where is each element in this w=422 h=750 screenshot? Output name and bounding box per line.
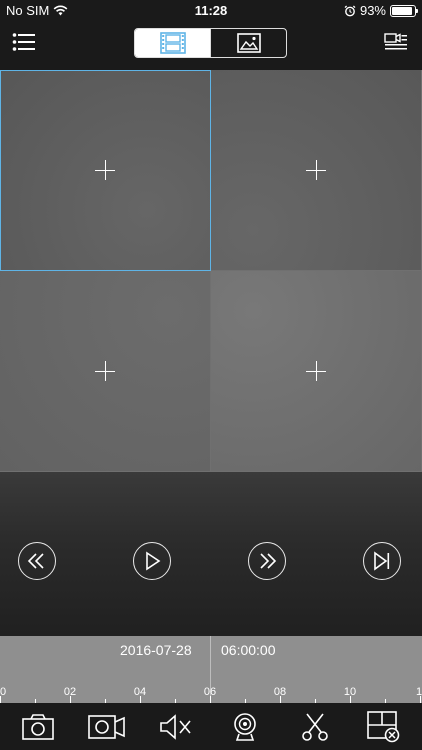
- status-bar: No SIM 11:28 93%: [0, 0, 422, 22]
- video-camera-icon: [88, 715, 125, 739]
- speaker-muted-icon: [160, 714, 191, 740]
- timeline-time: 06:00:00: [221, 642, 276, 658]
- timeline-hour-label: 08: [273, 686, 287, 698]
- video-window-3[interactable]: [0, 271, 211, 472]
- bottom-toolbar: [0, 703, 422, 750]
- plus-icon[interactable]: [95, 160, 115, 180]
- close-window-icon: [367, 711, 400, 743]
- timeline-hour-label: 06: [203, 686, 217, 698]
- film-strip-icon: [159, 32, 186, 54]
- plus-icon[interactable]: [306, 361, 326, 381]
- battery-percent: 93%: [359, 3, 386, 18]
- play-icon: [146, 551, 161, 571]
- video-grid: [0, 70, 422, 472]
- timeline-hour-label: 04: [133, 686, 147, 698]
- video-window-2[interactable]: [211, 70, 422, 271]
- list-menu-icon: [12, 33, 35, 51]
- plus-icon[interactable]: [306, 160, 326, 180]
- mute-button[interactable]: [158, 711, 192, 743]
- fisheye-icon: [234, 713, 256, 741]
- picture-icon: [236, 33, 261, 53]
- plus-icon[interactable]: [95, 361, 115, 381]
- video-window-1[interactable]: [0, 70, 211, 271]
- timeline-hour-label: 0: [0, 686, 7, 698]
- playback-controls: [0, 472, 422, 636]
- tab-video[interactable]: [135, 29, 210, 57]
- view-mode-segmented-control: [134, 28, 287, 58]
- scissors-icon: [302, 713, 328, 741]
- timeline-hour-label: 02: [63, 686, 77, 698]
- next-frame-icon: [374, 551, 390, 571]
- tab-picture[interactable]: [210, 29, 286, 57]
- device-list-button[interactable]: [384, 32, 410, 56]
- close-all-button[interactable]: [366, 711, 402, 743]
- fast-forward-icon: [260, 553, 277, 569]
- clip-button[interactable]: [300, 711, 330, 743]
- timeline-hour-label: 1: [415, 686, 422, 698]
- rewind-icon: [27, 553, 44, 569]
- timeline-hour-label: 10: [343, 686, 357, 698]
- battery-fill: [392, 6, 413, 15]
- record-button[interactable]: [87, 711, 127, 743]
- fisheye-button[interactable]: [230, 711, 260, 743]
- menu-button[interactable]: [12, 32, 38, 56]
- timeline[interactable]: 2016-07-28 06:00:00 0 02 04 06 08 10 1: [0, 636, 422, 703]
- camera-list-icon: [384, 33, 407, 50]
- timeline-date: 2016-07-28: [120, 642, 192, 658]
- status-right: 93%: [344, 3, 418, 18]
- nav-bar: [0, 22, 422, 70]
- rewind-button[interactable]: [18, 542, 56, 580]
- camera-icon: [22, 714, 54, 740]
- alarm-icon: [344, 5, 356, 16]
- video-window-4[interactable]: [211, 271, 422, 472]
- play-button[interactable]: [133, 542, 171, 580]
- battery-icon: [390, 4, 418, 17]
- next-frame-button[interactable]: [363, 542, 401, 580]
- fast-forward-button[interactable]: [248, 542, 286, 580]
- snapshot-button[interactable]: [20, 711, 56, 743]
